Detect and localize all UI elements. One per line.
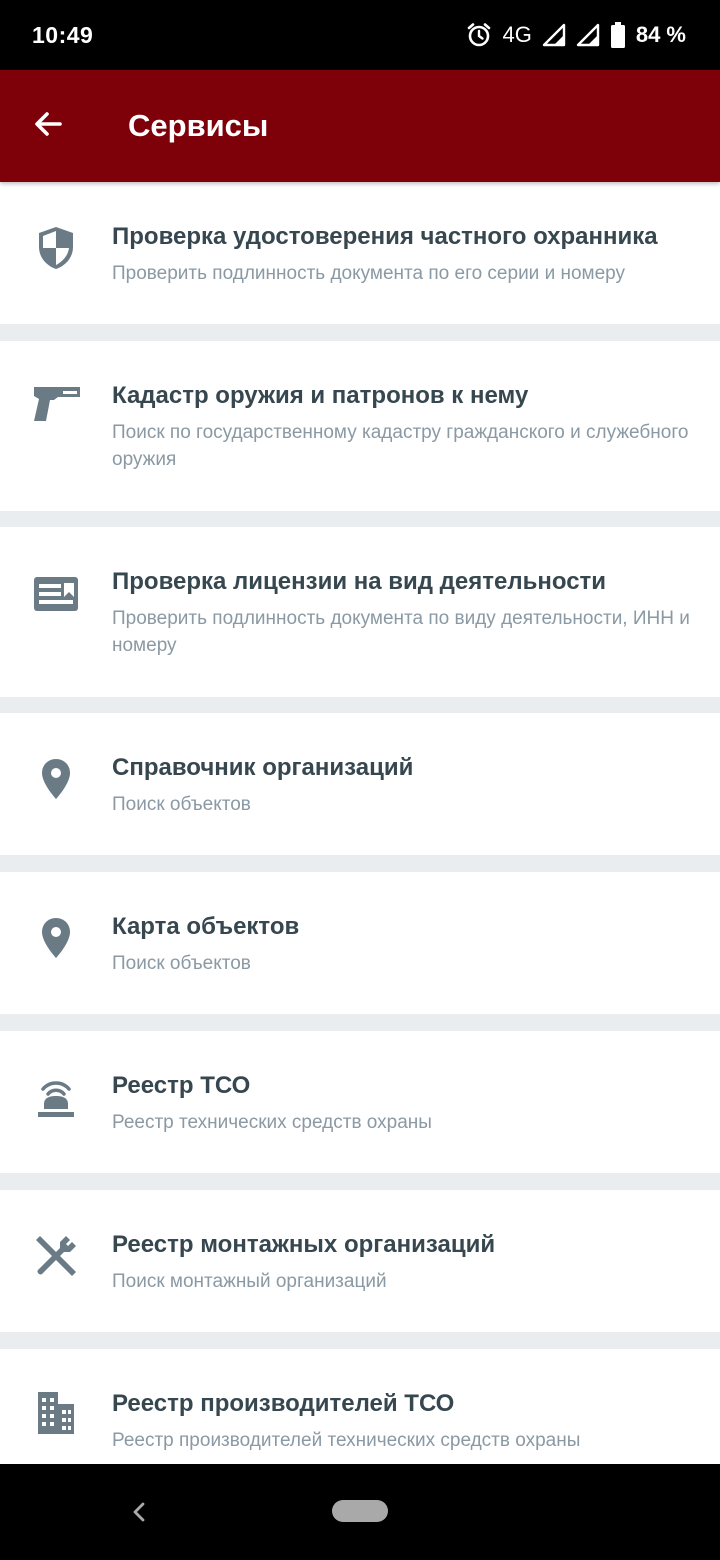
alarm-icon	[466, 22, 492, 48]
nav-back-icon[interactable]	[126, 1498, 154, 1526]
page-title: Сервисы	[128, 108, 269, 143]
status-bar: 10:49 4G 84 %	[0, 0, 720, 70]
service-title: Реестр монтажных организаций	[112, 1231, 496, 1258]
service-title: Реестр ТСО	[112, 1072, 251, 1099]
service-card-objects-map[interactable]: Карта объектов Поиск объектов	[0, 872, 720, 1014]
system-nav-bar	[0, 1464, 720, 1560]
map-pin-icon	[24, 906, 88, 970]
service-subtitle: Поиск объектов	[112, 953, 251, 974]
service-card-installers-registry[interactable]: Реестр монтажных организаций Поиск монта…	[0, 1190, 720, 1332]
pistol-icon	[24, 371, 88, 435]
service-subtitle: Поиск по государственному кадастру гражд…	[112, 422, 689, 470]
service-subtitle: Проверить подлинность документа по виду …	[112, 608, 690, 656]
tools-icon	[24, 1224, 88, 1288]
status-icons: 4G 84 %	[466, 22, 686, 48]
alarm-beacon-icon	[24, 1065, 88, 1129]
nav-home-pill[interactable]	[332, 1500, 388, 1522]
status-time: 10:49	[32, 21, 94, 48]
arrow-left-icon	[33, 109, 63, 144]
service-subtitle: Реестр производителей технических средст…	[112, 1430, 581, 1451]
license-card-icon	[24, 562, 88, 626]
back-button[interactable]	[0, 70, 96, 182]
service-subtitle: Реестр технических средств охраны	[112, 1112, 432, 1133]
map-pin-icon	[24, 747, 88, 811]
service-subtitle: Поиск монтажный организаций	[112, 1271, 387, 1292]
service-title: Реестр производителей ТСО	[112, 1390, 455, 1417]
services-list: Проверка удостоверения частного охранник…	[0, 182, 720, 1464]
service-title: Справочник организаций	[112, 754, 414, 781]
service-title: Проверка лицензии на вид деятельности	[112, 568, 607, 595]
battery-icon	[610, 22, 626, 48]
service-card-weapons-cadastre[interactable]: Кадастр оружия и патронов к нему Поиск п…	[0, 341, 720, 511]
building-icon	[24, 1381, 88, 1445]
service-subtitle: Проверить подлинность документа по его с…	[112, 263, 626, 284]
service-title: Проверка удостоверения частного охранник…	[112, 223, 658, 250]
service-card-manufacturers-registry[interactable]: Реестр производителей ТСО Реестр произво…	[0, 1349, 720, 1464]
signal-icon	[542, 23, 566, 47]
service-subtitle: Поиск объектов	[112, 794, 251, 815]
service-card-tso-registry[interactable]: Реестр ТСО Реестр технических средств ох…	[0, 1031, 720, 1173]
service-title: Карта объектов	[112, 913, 300, 940]
service-card-organizations[interactable]: Справочник организаций Поиск объектов	[0, 713, 720, 855]
network-type: 4G	[502, 22, 532, 47]
service-card-activity-license[interactable]: Проверка лицензии на вид деятельности Пр…	[0, 527, 720, 697]
service-title: Кадастр оружия и патронов к нему	[112, 382, 529, 409]
service-card-guard-license[interactable]: Проверка удостоверения частного охранник…	[0, 182, 720, 324]
signal-icon	[576, 23, 600, 47]
app-bar: Сервисы	[0, 70, 720, 182]
shield-icon	[24, 216, 88, 280]
battery-level: 84 %	[635, 22, 686, 47]
